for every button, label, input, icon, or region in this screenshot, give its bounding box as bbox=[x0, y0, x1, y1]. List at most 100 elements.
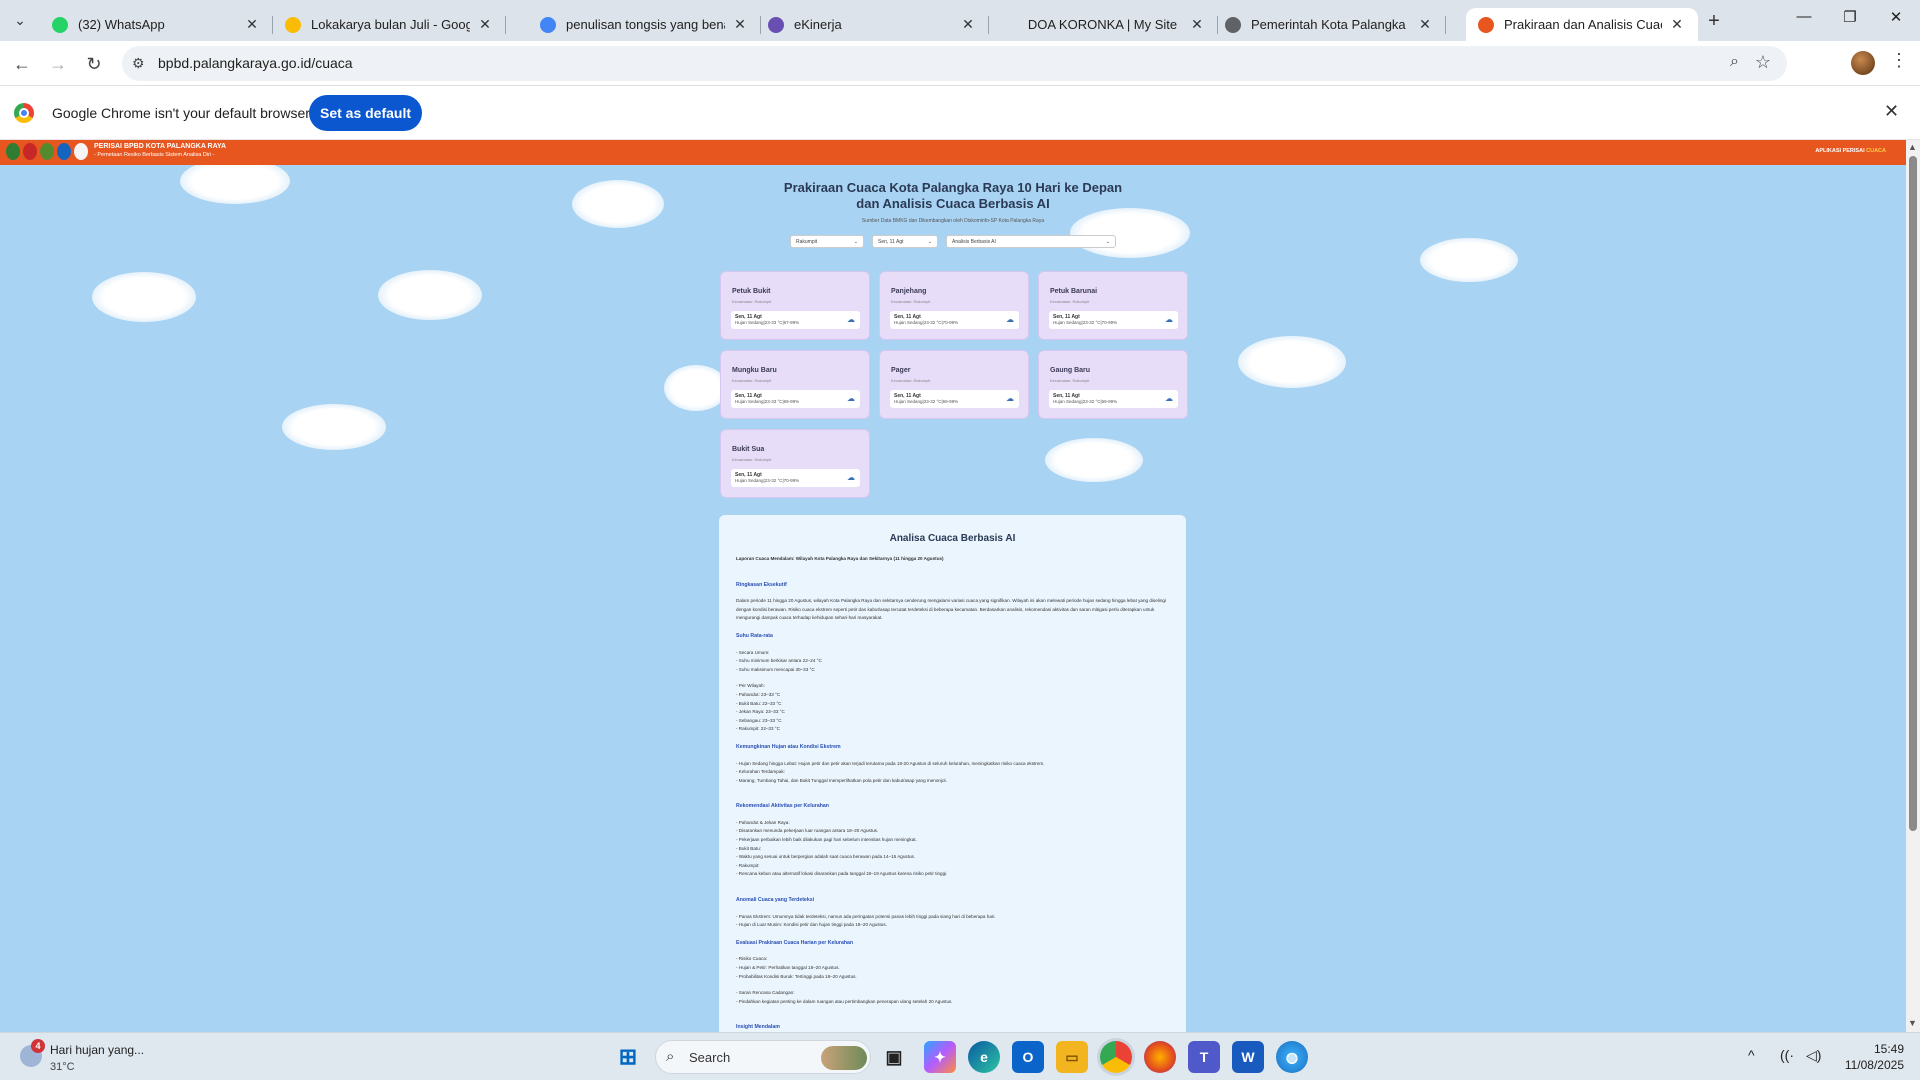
clock-date: 11/08/2025 bbox=[1844, 1058, 1904, 1072]
bpbd-logo-icon bbox=[23, 143, 37, 160]
tab-close-icon[interactable]: ✕ bbox=[476, 16, 494, 34]
tab-title: penulisan tongsis yang benar - bbox=[566, 17, 725, 32]
page-title: Prakiraan Cuaca Kota Palangka Raya 10 Ha… bbox=[0, 180, 1906, 212]
browser-tab[interactable]: DOA KORONKA | My Site ✕ bbox=[985, 8, 1218, 41]
copilot-icon[interactable]: ✦ bbox=[924, 1041, 956, 1073]
browser-tab[interactable]: eKinerja ✕ bbox=[756, 8, 989, 41]
kelurahan-card[interactable]: Petuk Bukit Kecamatan: Rakumpit Sen, 11 Ag… bbox=[720, 271, 870, 340]
browser-tab[interactable]: Lokakarya bulan Juli - Google D ✕ bbox=[273, 8, 506, 41]
chrome-taskbar-icon[interactable] bbox=[1100, 1041, 1132, 1073]
tab-close-icon[interactable]: ✕ bbox=[1668, 16, 1686, 34]
firefox-icon[interactable] bbox=[1144, 1041, 1176, 1073]
close-window-button[interactable]: ✕ bbox=[1873, 8, 1919, 26]
browser-tab[interactable]: (32) WhatsApp ✕ bbox=[40, 8, 273, 41]
browser-tab[interactable]: Pemerintah Kota Palangka Raya ✕ bbox=[1213, 8, 1446, 41]
kelurahan-card[interactable]: Panjehang Kecamatan: Rakumpit Sen, 11 Agt H… bbox=[879, 271, 1029, 340]
globe-app-icon[interactable]: ◍ bbox=[1276, 1041, 1308, 1073]
forecast-day[interactable]: Sen, 11 Agt Hujan Sedang|23-33 °C|67-99% ☁ bbox=[731, 311, 860, 329]
profile-avatar[interactable] bbox=[1851, 51, 1875, 75]
new-tab-button[interactable]: + bbox=[1702, 10, 1726, 33]
minimize-button[interactable]: — bbox=[1781, 8, 1827, 25]
tab-strip: ⌄ (32) WhatsApp ✕ Lokakarya bulan Juli - G… bbox=[0, 0, 1920, 41]
kelurahan-card[interactable]: Pager Kecamatan: Rakumpit Sen, 11 Agt Hujan… bbox=[879, 350, 1029, 419]
kelurahan-card[interactable]: Mungku Baru Kecamatan: Rakumpit Sen, 11 Ag… bbox=[720, 350, 870, 419]
tab-close-icon[interactable]: ✕ bbox=[243, 16, 261, 34]
zoom-icon[interactable]: ⌕ bbox=[1730, 53, 1739, 71]
forecast-day[interactable]: Sen, 11 Agt Hujan Sedang|23-32 °C|70-99% ☁ bbox=[890, 311, 1019, 329]
hujan-item: - Marang, Tumbang Tahai, dan Bukit Tungg… bbox=[736, 777, 947, 783]
infobar-close-icon[interactable]: ✕ bbox=[1884, 101, 1899, 122]
forecast-day[interactable]: Sen, 11 Agt Hujan Sedang|23-32 °C|69-99% ☁ bbox=[890, 390, 1019, 408]
task-view-icon[interactable]: ▣ bbox=[878, 1041, 910, 1073]
analysis-title: Analisa Cuaca Berbasis AI bbox=[889, 533, 1016, 544]
bpbd-icon bbox=[1478, 16, 1494, 33]
rain-cloud-icon: ☁ bbox=[1006, 394, 1014, 403]
kelurahan-name: Petuk Bukit bbox=[732, 288, 771, 295]
teams-icon[interactable]: T bbox=[1188, 1041, 1220, 1073]
chrome-menu-icon[interactable]: ⋮ bbox=[1890, 50, 1908, 71]
edge-icon[interactable]: e bbox=[968, 1041, 1000, 1073]
windows-taskbar: 4 Hari hujan yang... 31°C ⊞ ⌕ Search ▣ ✦… bbox=[0, 1032, 1920, 1080]
chevron-down-icon: ⌄ bbox=[927, 238, 932, 245]
system-clock[interactable]: 15:49 11/08/2025 bbox=[1838, 1041, 1904, 1073]
windows-start-icon[interactable]: ⊞ bbox=[612, 1041, 644, 1073]
tray-overflow-chevron-icon[interactable]: ^ bbox=[1748, 1047, 1755, 1063]
kelurahan-card[interactable]: Petuk Barunai Kecamatan: Rakumpit Sen, 11 … bbox=[1038, 271, 1188, 340]
wilayah-list: - Rakumpit: 22–33 °C bbox=[736, 726, 780, 732]
ekinerja-icon bbox=[768, 16, 784, 33]
site-info-icon[interactable]: ⚙ bbox=[132, 55, 145, 72]
suhu-min: - Suhu minimum berkisar antara 22–24 °C bbox=[736, 658, 822, 664]
forecast-day[interactable]: Sen, 11 Agt Hujan Sedang|23-32 °C|70-99% ☁ bbox=[731, 469, 860, 487]
scroll-down-icon[interactable]: ▼ bbox=[1908, 1018, 1917, 1028]
kecamatan-select[interactable]: Rakumpit ⌄ bbox=[790, 235, 864, 248]
tab-close-icon[interactable]: ✕ bbox=[1416, 16, 1434, 34]
restore-button[interactable]: ❐ bbox=[1827, 8, 1873, 26]
default-browser-infobar: Google Chrome isn't your default browser… bbox=[0, 86, 1920, 140]
tab-close-icon[interactable]: ✕ bbox=[731, 16, 749, 34]
bookmark-star-icon[interactable]: ☆ bbox=[1755, 52, 1771, 73]
evaluasi-item: - Pindahkan kegiatan penting ke dalam ru… bbox=[736, 998, 953, 1004]
date-select[interactable]: Sen, 11 Agt ⌄ bbox=[872, 235, 938, 248]
rekom-item: - Bukit Batu: bbox=[736, 845, 762, 851]
notification-badge: 4 bbox=[31, 1039, 45, 1053]
nav-aplikasi-perisai[interactable]: APLIKASI PERISAI bbox=[1815, 148, 1864, 154]
wifi-icon[interactable]: ((· bbox=[1780, 1047, 1794, 1063]
outlook-icon[interactable]: O bbox=[1012, 1041, 1044, 1073]
scroll-up-icon[interactable]: ▲ bbox=[1908, 142, 1917, 152]
file-explorer-icon[interactable]: ▭ bbox=[1056, 1041, 1088, 1073]
kelurahan-card[interactable]: Gaung Baru Kecamatan: Rakumpit Sen, 11 Agt… bbox=[1038, 350, 1188, 419]
analysis-mode-select[interactable]: Analisis Berbasis AI ⌄ bbox=[946, 235, 1116, 248]
analysis-mode-select-value: Analisis Berbasis AI bbox=[952, 238, 996, 245]
rain-cloud-icon: ☁ bbox=[847, 473, 855, 482]
tab-search-chevron-icon[interactable]: ⌄ bbox=[8, 8, 32, 32]
volume-icon[interactable]: ◁) bbox=[1806, 1047, 1821, 1064]
analysis-body: Laporan Cuaca Mendalam: Wilayah Kota Pal… bbox=[736, 555, 1176, 1032]
nav-cuaca[interactable]: CUACA bbox=[1866, 148, 1886, 154]
forecast-day[interactable]: Sen, 11 Agt Hujan Sedang|23-32 °C|70-99% ☁ bbox=[1049, 311, 1178, 329]
forecast-day[interactable]: Sen, 11 Agt Hujan Sedang|23-33 °C|69-99% ☁ bbox=[731, 390, 860, 408]
browser-tab[interactable]: penulisan tongsis yang benar - ✕ bbox=[528, 8, 761, 41]
scrollbar-thumb[interactable] bbox=[1909, 156, 1917, 831]
forward-arrow-icon[interactable]: → bbox=[45, 51, 71, 77]
browser-tab[interactable]: Prakiraan dan Analisis Cuaca Ko ✕ bbox=[1466, 8, 1698, 41]
kelurahan-name: Panjehang bbox=[891, 288, 927, 295]
tab-close-icon[interactable]: ✕ bbox=[1188, 16, 1206, 34]
word-icon[interactable]: W bbox=[1232, 1041, 1264, 1073]
page-scrollbar[interactable]: ▲ ▼ bbox=[1906, 140, 1920, 1032]
hujan-item: - Hujan Sedang hingga Lebat: Hujan petir… bbox=[736, 760, 1045, 766]
heading-suhu: Suhu Rata-rata bbox=[736, 632, 773, 639]
forecast-day[interactable]: Sen, 11 Agt Hujan Sedang|23-32 °C|69-99% ☁ bbox=[1049, 390, 1178, 408]
address-bar[interactable]: ⚙ bpbd.palangkaraya.go.id/cuaca ⌕ ☆ bbox=[122, 46, 1787, 81]
kecamatan-label: Kecamatan: Rakumpit bbox=[1050, 378, 1090, 383]
forecast-summary: Hujan Sedang|23-33 °C|69-99% bbox=[735, 399, 800, 404]
taskbar-search[interactable]: ⌕ Search bbox=[655, 1040, 871, 1074]
back-arrow-icon[interactable]: ← bbox=[9, 51, 35, 77]
url-text[interactable]: bpbd.palangkaraya.go.id/cuaca bbox=[158, 55, 353, 71]
site-brand[interactable]: PERISAI BPBD KOTA PALANGKA RAYA - Pemeta… bbox=[94, 143, 226, 159]
set-as-default-button[interactable]: Set as default bbox=[309, 95, 422, 131]
kelurahan-card[interactable]: Bukit Sua Kecamatan: Rakumpit Sen, 11 Agt H… bbox=[720, 429, 870, 498]
city-emblem-icon bbox=[6, 143, 20, 160]
reload-icon[interactable]: ↻ bbox=[81, 51, 107, 77]
hujan-item: - Kelurahan Terdampak: bbox=[736, 769, 785, 775]
tab-close-icon[interactable]: ✕ bbox=[959, 16, 977, 34]
